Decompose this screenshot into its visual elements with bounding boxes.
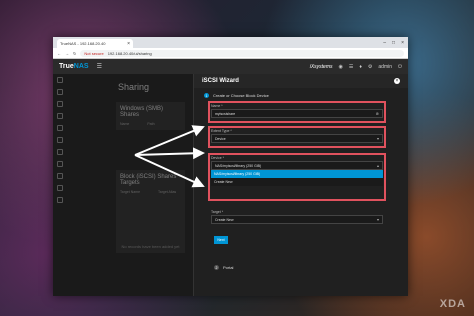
arrow-to-type [134,147,205,160]
annotation-arrows [134,125,205,188]
arrow-to-name [134,125,205,156]
xda-watermark: XDA [439,298,466,310]
arrow-to-device [134,154,205,188]
